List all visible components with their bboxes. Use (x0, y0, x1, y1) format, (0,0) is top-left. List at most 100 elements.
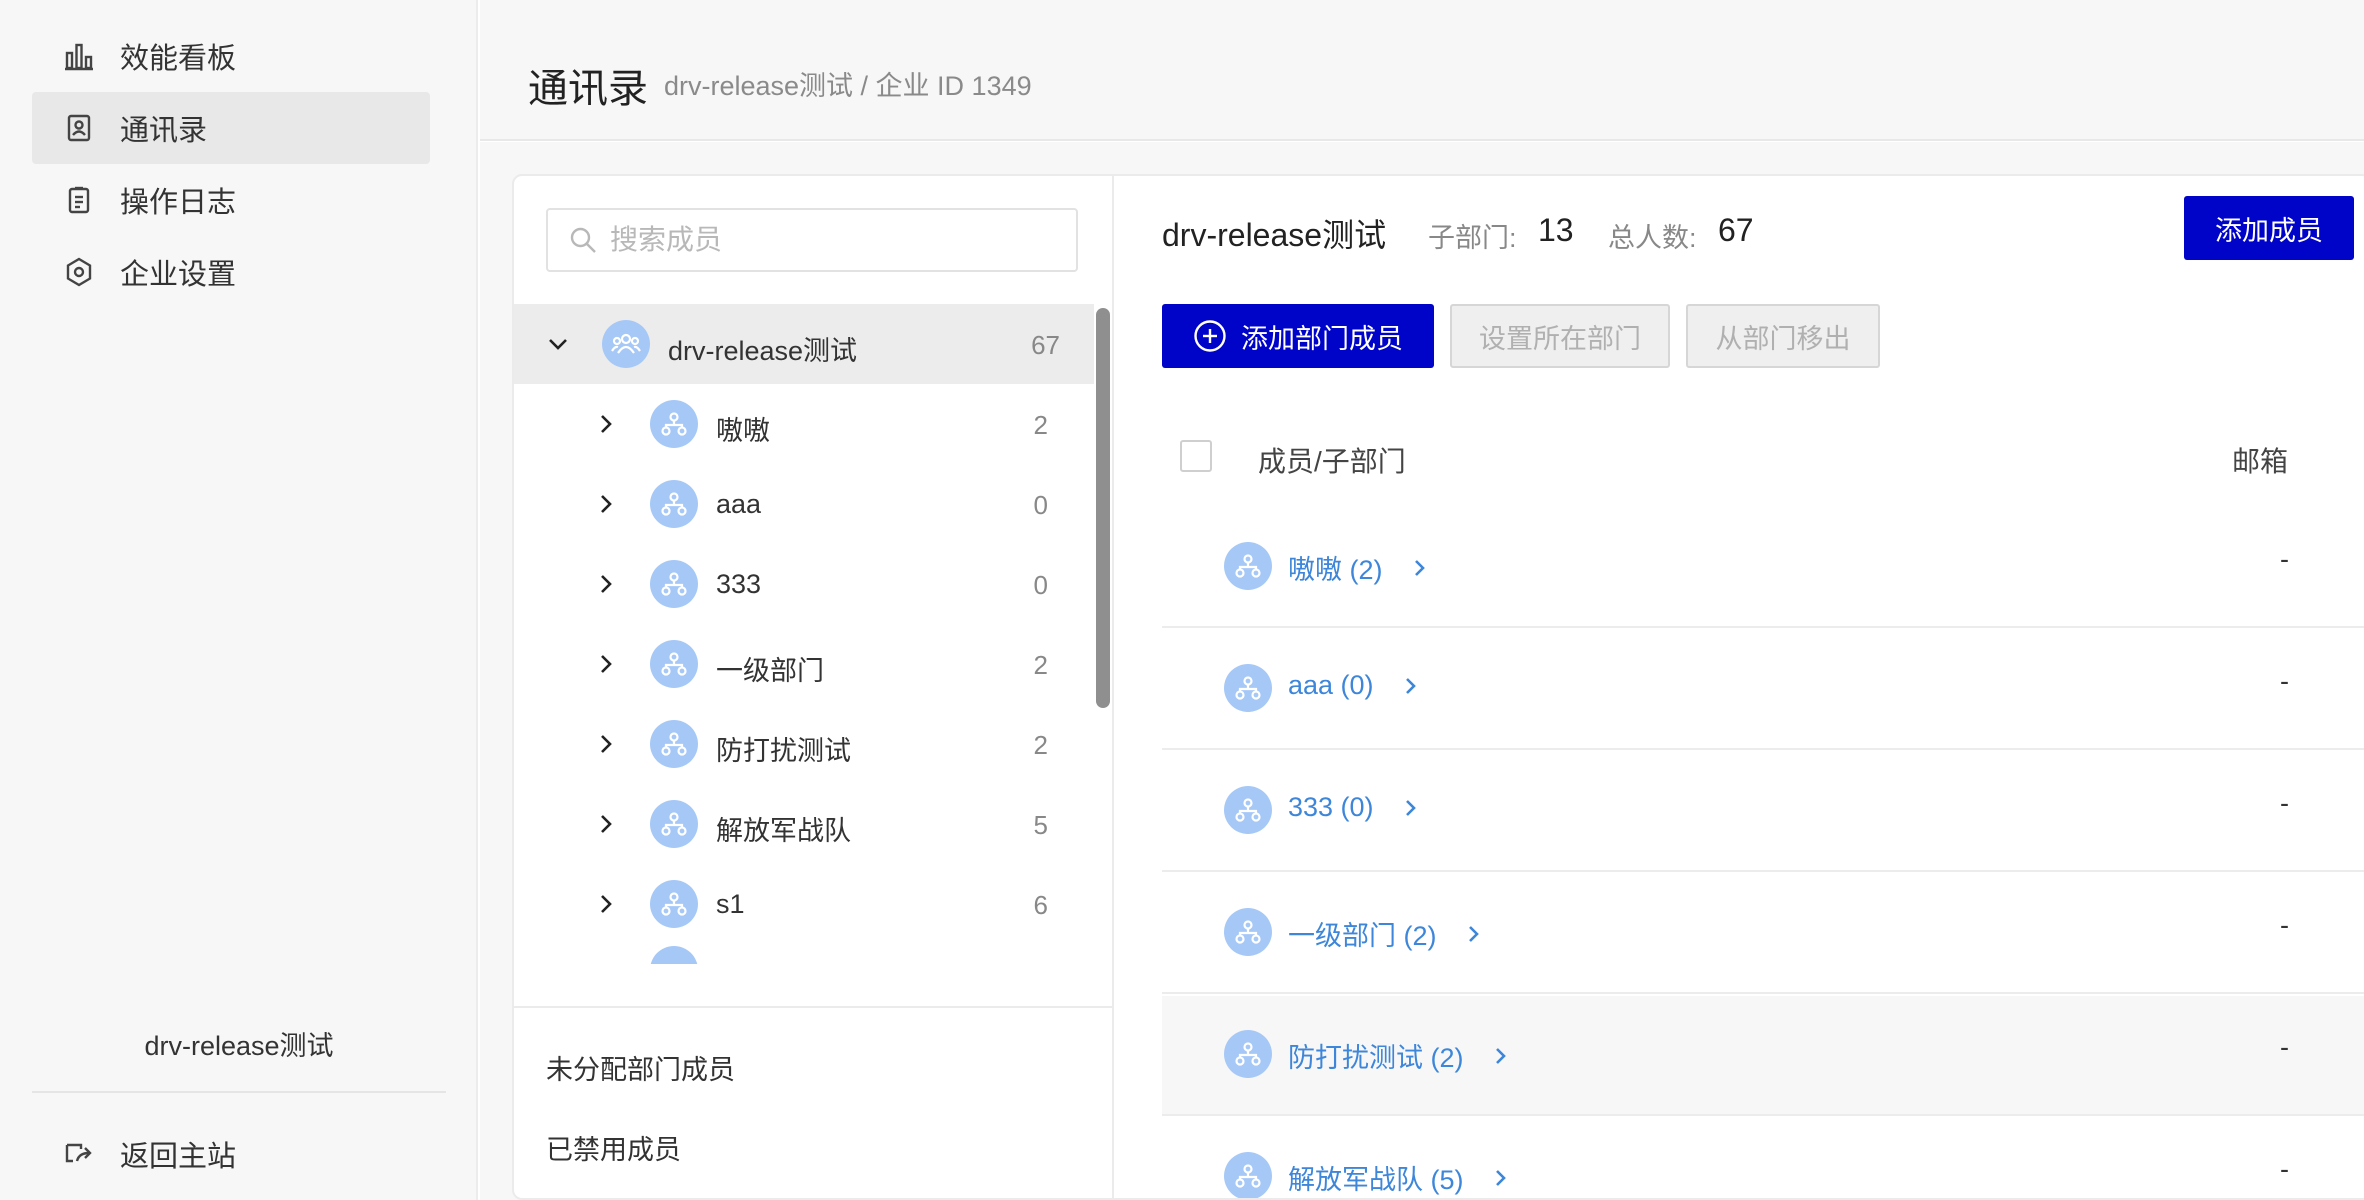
department-detail-pane: drv-release测试 子部门: 13 总人数: 67 添加成员 添加部门成… (1114, 176, 2364, 1198)
chevron-right-icon (1402, 797, 1420, 819)
search-icon (568, 225, 598, 255)
back-to-main-label: 返回主站 (120, 1141, 237, 1173)
row-department-link[interactable]: 一级部门 (2) (1288, 914, 1483, 953)
back-to-main-button[interactable]: 返回主站 (32, 1118, 430, 1190)
remove-from-department-button[interactable]: 从部门移出 (1686, 304, 1880, 368)
column-header-member: 成员/子部门 (1258, 446, 1406, 477)
sidebar-item-logs[interactable]: 操作日志 (32, 164, 430, 236)
row-department-link[interactable]: aaa (0) (1288, 670, 1420, 701)
department-icon (1224, 664, 1272, 712)
tree-scrollbar[interactable] (1096, 304, 1110, 964)
total-members-count: 67 (1718, 212, 1754, 248)
search-input[interactable] (610, 224, 1050, 256)
tree-item-label: 嗷嗷 (716, 416, 770, 446)
row-email: - (2280, 1032, 2289, 1062)
tree-item-count: 5 (1033, 810, 1048, 840)
sidebar-item-contacts[interactable]: 通讯录 (32, 92, 430, 164)
table-row: aaa (0) - (1162, 630, 2364, 750)
department-icon (650, 800, 698, 848)
department-icon (650, 946, 698, 964)
sidebar-org-name: drv-release测试 (144, 1031, 334, 1061)
row-department-label: 333 (0) (1288, 792, 1374, 822)
tree-item-label: 一级部门 (716, 656, 824, 686)
tree-item[interactable]: 一级部门 2 (514, 624, 1094, 704)
tree-item[interactable]: 防打扰测试 2 (514, 704, 1094, 784)
column-header-email: 邮箱 (2232, 446, 2289, 477)
bar-chart-icon (62, 39, 96, 73)
contacts-panel: drv-release测试 67 嗷嗷 2 aaa 0 333 0 (512, 174, 2364, 1200)
table-row: 一级部门 (2) - (1162, 874, 2364, 994)
department-icon (1224, 908, 1272, 956)
page-title: 通讯录 (528, 67, 648, 111)
row-department-label: 一级部门 (2) (1288, 921, 1437, 951)
sidebar-item-settings[interactable]: 企业设置 (32, 236, 430, 308)
back-share-icon (62, 1137, 96, 1171)
sidebar: 效能看板 通讯录 操作日志 企业设置 drv-release测试 返回主站 (0, 0, 478, 1200)
row-department-link[interactable]: 嗷嗷 (2) (1288, 548, 1429, 587)
page-subtitle: drv-release测试 / 企业 ID 1349 (664, 71, 1032, 101)
row-department-link[interactable]: 防打扰测试 (2) (1288, 1036, 1510, 1075)
chevron-right-icon[interactable] (594, 492, 618, 516)
chevron-right-icon[interactable] (594, 732, 618, 756)
row-email: - (2280, 1154, 2289, 1184)
tree-item[interactable]: 333 0 (514, 544, 1094, 624)
unassigned-members-link[interactable]: 未分配部门成员 (546, 1048, 735, 1087)
tree-item-label: 333 (716, 569, 762, 599)
department-tree-pane: drv-release测试 67 嗷嗷 2 aaa 0 333 0 (514, 176, 1114, 1198)
department-icon (650, 400, 698, 448)
tree-root-item[interactable]: drv-release测试 67 (514, 304, 1094, 384)
tree-item[interactable]: s1 6 (514, 864, 1094, 944)
department-icon (650, 640, 698, 688)
row-department-link[interactable]: 333 (0) (1288, 792, 1420, 823)
total-members-label: 总人数: (1608, 223, 1697, 253)
page-header: 通讯录 drv-release测试 / 企业 ID 1349 (480, 0, 2364, 141)
department-icon (1224, 1152, 1272, 1198)
tree-item-label: 解放军战队 (716, 816, 851, 846)
row-email: - (2280, 788, 2289, 818)
tree-item[interactable]: 解放军战队 5 (514, 784, 1094, 864)
disabled-members-link[interactable]: 已禁用成员 (546, 1128, 681, 1167)
hexagon-settings-icon (62, 255, 96, 289)
select-all-checkbox[interactable] (1180, 440, 1212, 472)
contacts-icon (62, 111, 96, 145)
sidebar-item-label: 操作日志 (120, 187, 237, 219)
row-department-link[interactable]: 解放军战队 (5) (1288, 1158, 1510, 1197)
tree-item-count: 2 (1033, 410, 1048, 440)
sidebar-item-label: 企业设置 (120, 259, 237, 291)
table-row: 防打扰测试 (2) - (1162, 996, 2364, 1116)
add-dept-member-button[interactable]: 添加部门成员 (1162, 304, 1434, 368)
chevron-right-icon (1492, 1045, 1510, 1067)
tree-item[interactable]: aaa 0 (514, 464, 1094, 544)
tree-item-label: 防打扰测试 (716, 736, 851, 766)
tree-item-count: 2 (1033, 730, 1048, 760)
department-icon (1224, 786, 1272, 834)
chevron-right-icon (1411, 557, 1429, 579)
department-icon (1224, 542, 1272, 590)
row-email: - (2280, 544, 2289, 574)
department-title: drv-release测试 (1162, 217, 1387, 253)
chevron-right-icon[interactable] (594, 412, 618, 436)
tree-item[interactable]: 嗷嗷 2 (514, 384, 1094, 464)
tree-scrollbar-thumb[interactable] (1096, 308, 1110, 708)
chevron-right-icon[interactable] (594, 812, 618, 836)
chevron-right-icon[interactable] (594, 652, 618, 676)
plus-circle-icon (1193, 319, 1227, 353)
search-box[interactable] (546, 208, 1078, 272)
table-row: 333 (0) - (1162, 752, 2364, 872)
tree-item-label: aaa (716, 489, 762, 519)
sidebar-item-dashboard[interactable]: 效能看板 (32, 20, 430, 92)
chevron-right-icon[interactable] (594, 572, 618, 596)
chevron-down-icon[interactable] (546, 332, 570, 356)
sub-dept-count: 13 (1538, 212, 1574, 248)
add-member-button[interactable]: 添加成员 (2184, 196, 2354, 260)
row-department-label: aaa (0) (1288, 670, 1374, 700)
set-department-button[interactable]: 设置所在部门 (1450, 304, 1670, 368)
row-email: - (2280, 666, 2289, 696)
chevron-right-icon[interactable] (594, 892, 618, 916)
sidebar-item-label: 效能看板 (120, 43, 237, 75)
chevron-right-icon (1402, 675, 1420, 697)
tree-root-count: 67 (1031, 330, 1060, 360)
department-icon (1224, 1030, 1272, 1078)
sidebar-item-label: 通讯录 (120, 115, 208, 147)
department-icon (650, 720, 698, 768)
